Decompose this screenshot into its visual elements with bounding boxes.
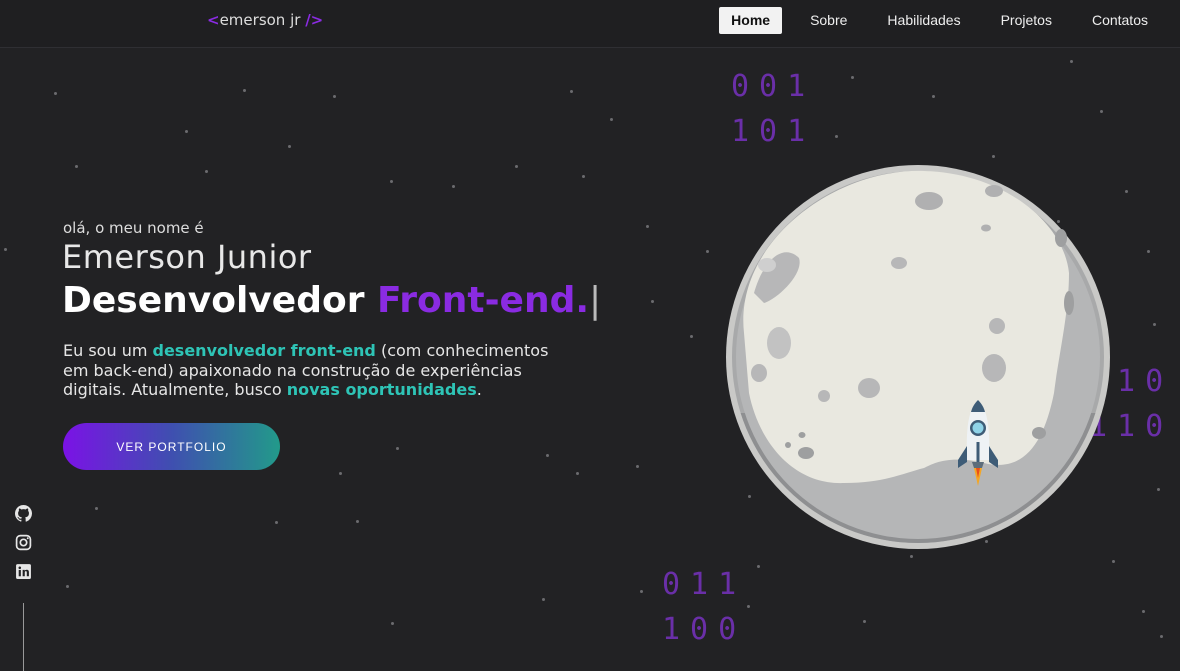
desc-highlight-1: desenvolvedor front-end <box>152 341 376 360</box>
view-portfolio-button[interactable]: VER PORTFOLIO <box>63 423 280 470</box>
instagram-icon[interactable] <box>15 534 32 551</box>
binary-line: 100 <box>662 612 747 647</box>
github-icon[interactable] <box>15 505 32 522</box>
logo-open-tag: < <box>207 11 220 29</box>
binary-decoration-top: 001 101 <box>731 64 815 154</box>
desc-part-1: Eu sou um <box>63 341 153 360</box>
nav-item-contatos[interactable]: Contatos <box>1080 7 1160 34</box>
nav-item-habilidades[interactable]: Habilidades <box>875 7 972 34</box>
moon-illustration <box>726 165 1110 549</box>
social-divider-line <box>23 603 24 671</box>
binary-line: 001 <box>731 69 816 104</box>
binary-line: 101 <box>731 114 816 149</box>
logo-text: emerson jr <box>219 11 301 29</box>
main-nav: Home Sobre Habilidades Projetos Contatos <box>711 7 1160 34</box>
role-accent: Front-end. <box>376 280 590 321</box>
hero-description: Eu sou um desenvolvedor front-end (com c… <box>63 341 563 400</box>
social-links <box>15 505 32 580</box>
hero-name: Emerson Junior <box>62 238 312 276</box>
desc-highlight-2: novas oportunidades <box>286 380 477 399</box>
hero-role: Desenvolvedor Front-end.| <box>62 280 601 321</box>
role-prefix: Desenvolvedor <box>62 280 377 321</box>
nav-item-sobre[interactable]: Sobre <box>798 7 859 34</box>
nav-item-projetos[interactable]: Projetos <box>989 7 1064 34</box>
site-header: <emerson jr /> Home Sobre Habilidades Pr… <box>0 0 1180 48</box>
logo-close-tag: /> <box>305 11 324 29</box>
hero-greeting: olá, o meu nome é <box>63 219 204 237</box>
binary-line: 011 <box>662 567 747 602</box>
linkedin-icon[interactable] <box>15 563 32 580</box>
nav-item-home[interactable]: Home <box>719 7 783 34</box>
desc-part-3: . <box>476 380 482 399</box>
typing-cursor: | <box>589 280 602 321</box>
site-logo[interactable]: <emerson jr /> <box>207 11 323 29</box>
binary-decoration-bottom: 011 100 <box>662 562 746 652</box>
rocket-icon <box>958 400 998 486</box>
